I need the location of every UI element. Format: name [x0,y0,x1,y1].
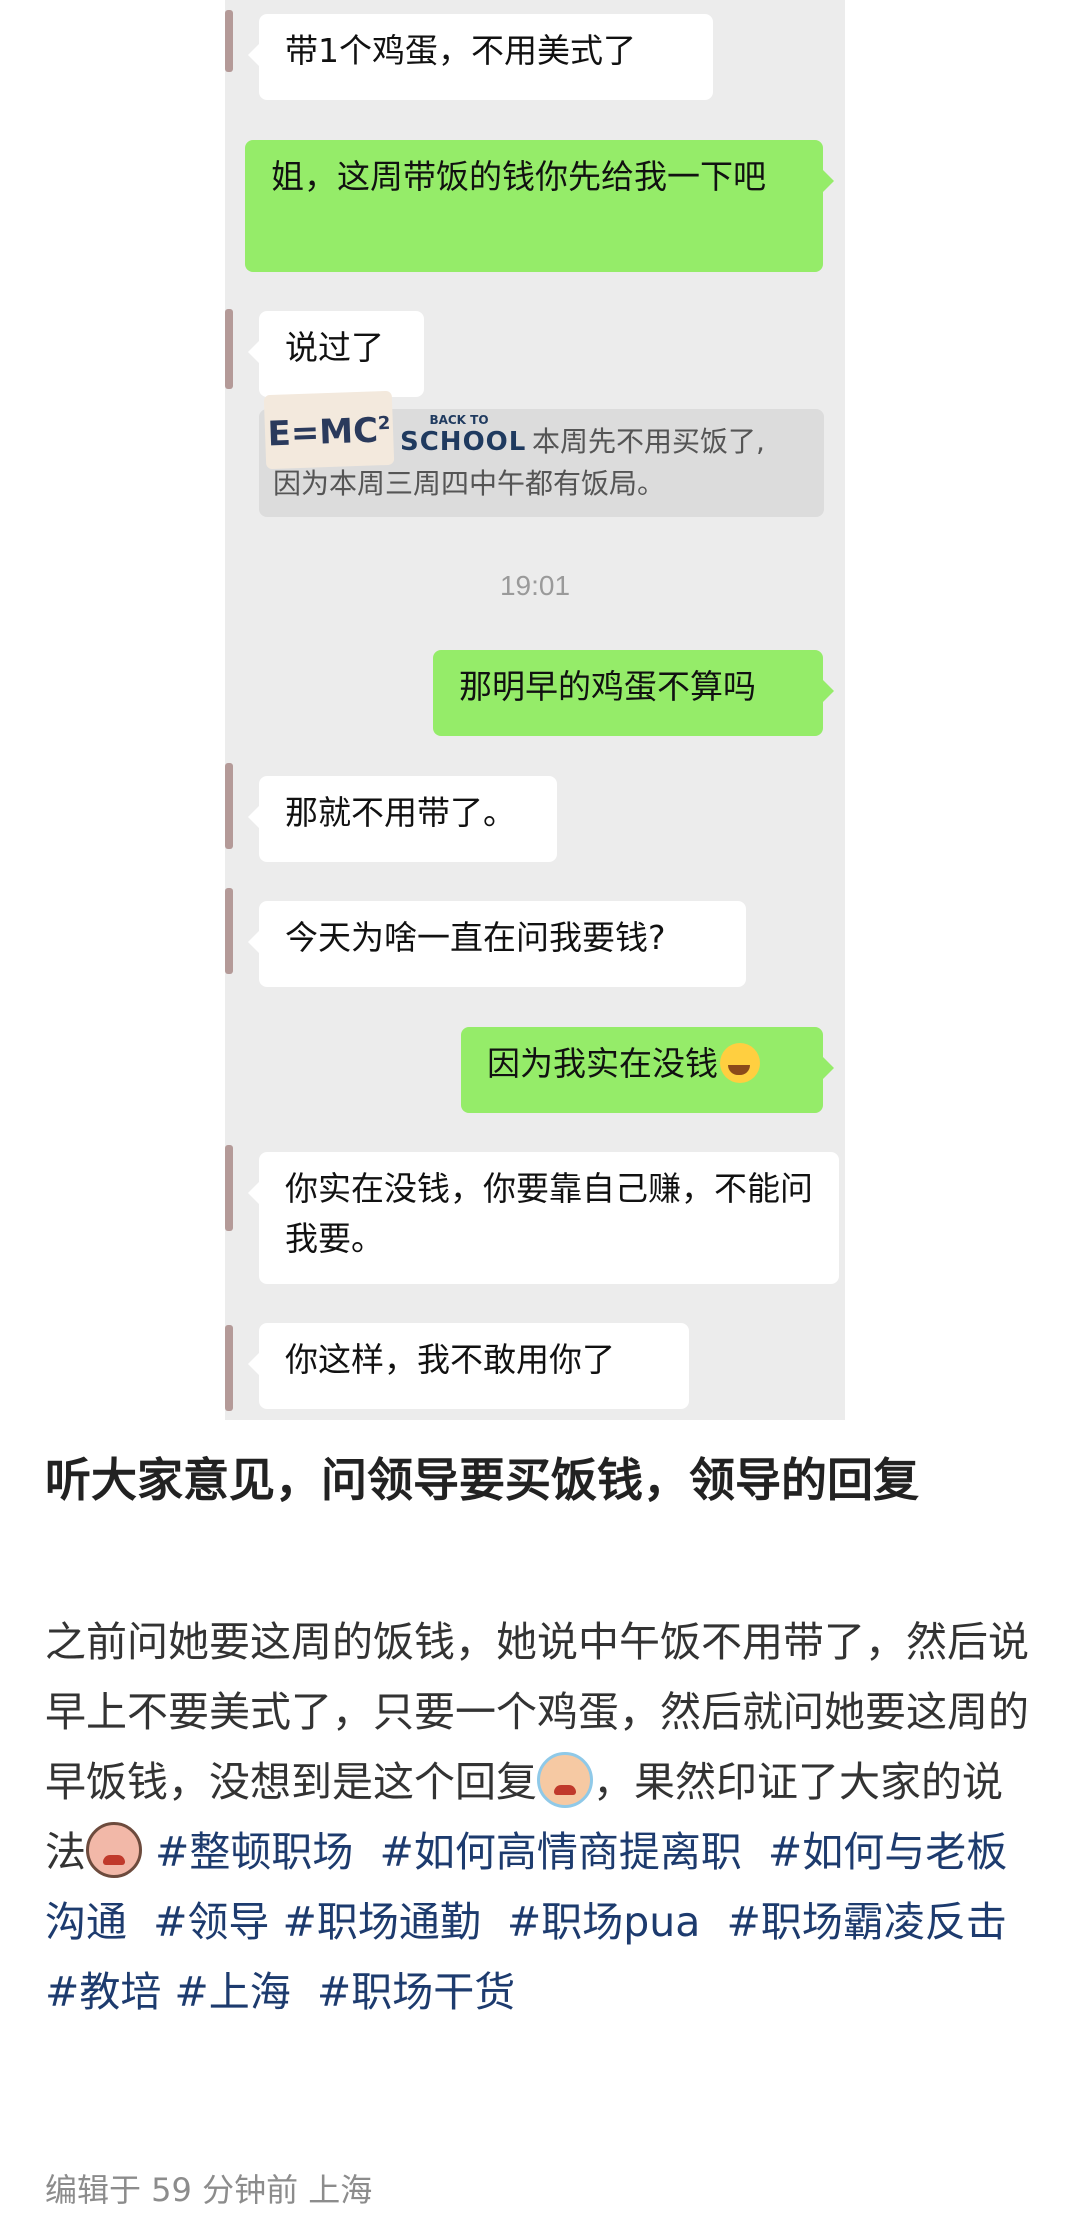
sticker-text: SCHOOL [400,427,527,457]
emc-sticker-icon: E=MC2 [263,390,395,470]
avatar [225,10,233,72]
hashtag-link[interactable]: #教培 [45,1968,161,2016]
message-bubble-outgoing[interactable]: 那明早的鸡蛋不算吗 [433,650,834,736]
message-text: 因为我实在没钱 [487,1044,718,1083]
avatar [225,1145,233,1231]
hashtag-link[interactable]: #领导 [153,1898,269,1946]
message-text: 你实在没钱，你要靠自己赚，不能问我要。 [285,1169,813,1258]
quote-text: 因为本周三周四中午都有饭局。 [273,467,666,500]
avatar [225,309,233,389]
message-bubble-outgoing[interactable]: 姐，这周带饭的钱你先给我一下吧 [245,140,834,272]
message-text: 今天为啥一直在问我要钱? [285,918,666,957]
hashtag-link[interactable]: #职场通勤 [282,1898,480,1946]
crying-emoji-icon [537,1752,593,1808]
avatar [225,763,233,849]
post-body: 之前问她要这周的饭钱，她说中午饭不用带了，然后说早上不要美式了，只要一个鸡蛋，然… [45,1607,1035,2027]
message-bubble-incoming[interactable]: 你实在没钱，你要靠自己赚，不能问我要。 [248,1152,839,1284]
hashtag-link[interactable]: #上海 [174,1968,290,2016]
hashtag-link[interactable]: #如何高情商提离职 [379,1828,741,1876]
angry-emoji-icon [86,1822,142,1878]
avatar [225,1325,233,1411]
post-meta: 编辑于 59 分钟前 上海 [45,2171,373,2209]
hashtag-link[interactable]: #职场霸凌反击 [727,1898,1007,1946]
message-bubble-outgoing[interactable]: 因为我实在没钱 [461,1027,834,1113]
avatar [225,888,233,974]
message-bubble-incoming[interactable]: 今天为啥一直在问我要钱? [248,901,746,987]
back-to-school-sticker-icon: BACK TO SCHOOL [400,413,527,463]
message-text: 带1个鸡蛋，不用美式了 [285,31,636,70]
chat-timestamp: 19:01 [499,570,571,601]
message-text: 姐，这周带饭的钱你先给我一下吧 [271,157,766,196]
hashtag-link[interactable]: #整顿职场 [155,1828,353,1876]
sticker-text: E=MC [266,410,379,455]
message-bubble-incoming[interactable]: 说过了 [248,311,424,397]
post-title: 听大家意见，问领导要买饭钱，领导的回复 [45,1453,919,1507]
sticker-text: BACK TO [429,413,489,427]
message-text: 说过了 [285,328,384,367]
message-bubble-incoming[interactable]: 带1个鸡蛋，不用美式了 [248,14,713,100]
hashtag-link[interactable]: #职场pua [507,1898,701,1946]
message-bubble-incoming[interactable]: 那就不用带了。 [248,776,557,862]
quote-text: 本周先不用买饭了, [532,425,765,458]
message-text: 那就不用带了。 [285,793,516,832]
message-text: 那明早的鸡蛋不算吗 [459,667,756,706]
hashtag-link[interactable]: #职场干货 [317,1968,515,2016]
message-text: 你这样，我不敢用你了 [285,1340,615,1379]
laughing-crying-emoji-icon [720,1043,760,1083]
message-bubble-incoming[interactable]: 你这样，我不敢用你了 [248,1323,689,1409]
